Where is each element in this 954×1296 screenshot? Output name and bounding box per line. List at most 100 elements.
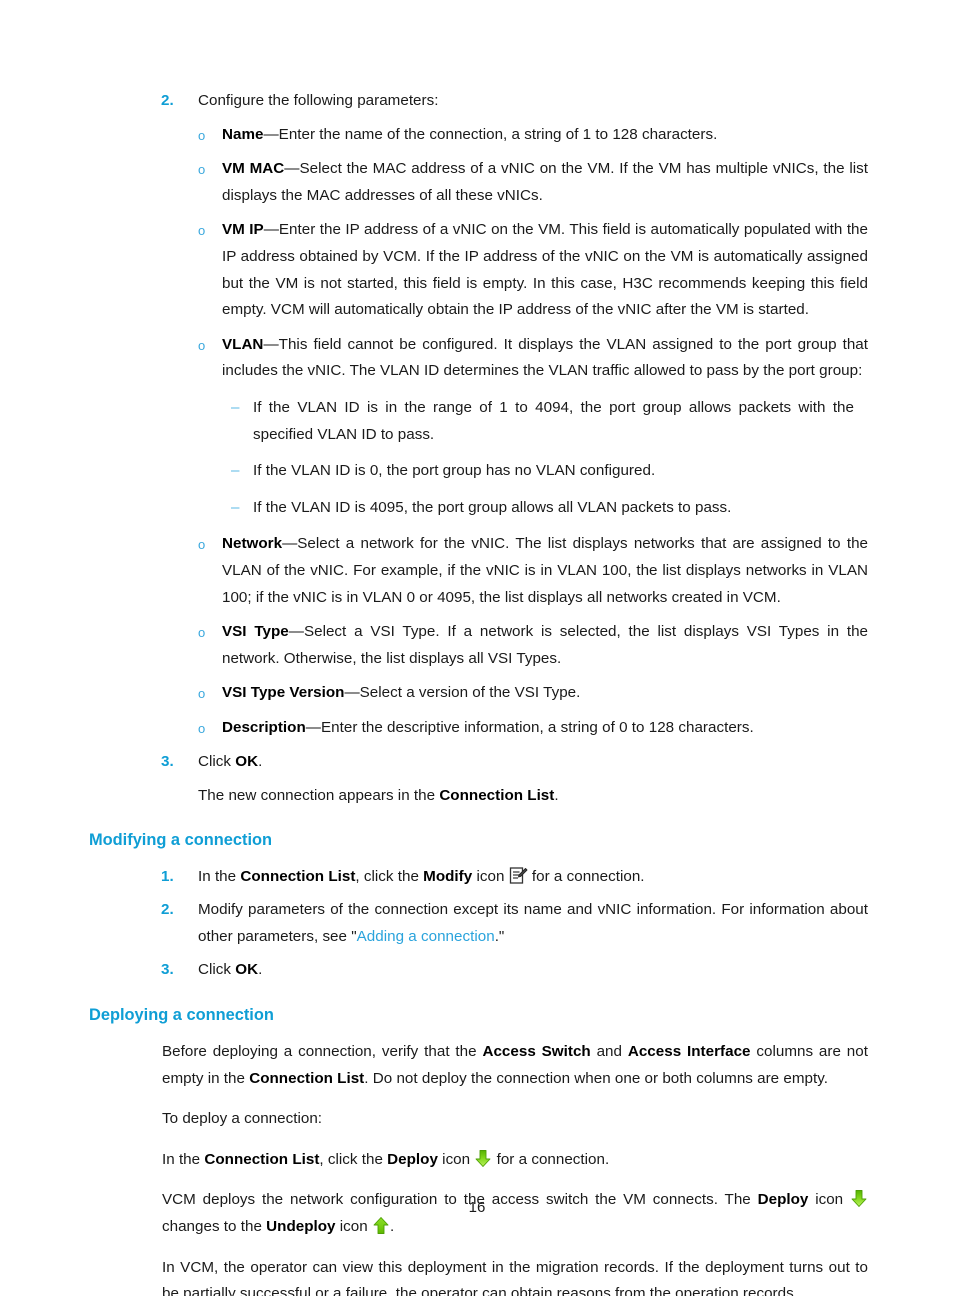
text-suffix: . (258, 961, 263, 979)
step-text-prefix: Click (198, 753, 236, 771)
vlan-rule-item: – If the VLAN ID is 0, the port group ha… (0, 458, 954, 485)
connection-list-label: Connection List (249, 1069, 365, 1087)
param-separator: — (344, 684, 360, 702)
param-vm-mac: o VM MAC—Select the MAC address of a vNI… (0, 156, 954, 209)
step-number: 3. (161, 961, 174, 979)
param-label: VSI Type Version (222, 684, 345, 702)
param-label: VM IP (222, 221, 264, 239)
modify-step-1: 1. In the Connection List, click the Mod… (0, 864, 954, 891)
deploy-label: Deploy (387, 1150, 438, 1168)
text-e: . Do not deploy the connection when one … (364, 1069, 828, 1087)
bullet-circle-icon: o (198, 162, 206, 178)
result-suffix: . (554, 787, 559, 805)
heading-modifying-a-connection: Modifying a connection (89, 830, 273, 849)
bullet-circle-icon: o (198, 625, 206, 641)
page-content: 2. Configure the following parameters: o… (0, 88, 954, 1296)
ok-button-label: OK (235, 961, 259, 979)
text-f: . (389, 1218, 395, 1235)
step-number: 1. (161, 867, 174, 885)
dash-bullet-icon: – (231, 462, 240, 480)
ok-button-label: OK (235, 753, 259, 771)
text-e: for a connection. (527, 867, 645, 885)
param-label: VLAN (222, 335, 264, 353)
text-d: icon (437, 1150, 475, 1168)
param-description: Enter the IP address of a vNIC on the VM… (222, 221, 868, 319)
param-description: Select a version of the VSI Type. (359, 684, 581, 702)
vlan-rule-text: If the VLAN ID is 4095, the port group a… (253, 498, 732, 516)
bullet-circle-icon: o (198, 223, 206, 239)
param-separator: — (284, 160, 300, 178)
bullet-circle-icon: o (198, 337, 206, 353)
param-separator: — (263, 221, 279, 239)
bullet-circle-icon: o (198, 537, 206, 553)
param-network: o Network—Select a network for the vNIC.… (0, 531, 954, 611)
param-separator: — (305, 718, 321, 736)
modify-step-3: 3. Click OK. (0, 957, 954, 984)
modify-label: Modify (423, 867, 473, 885)
deploy-prerequisite-paragraph: Before deploying a connection, verify th… (0, 1039, 954, 1092)
deploy-down-arrow-icon (474, 1149, 492, 1168)
text-a: In the (162, 1150, 205, 1168)
vlan-rule-text: If the VLAN ID is in the range of 1 to 4… (253, 398, 854, 443)
text-d: changes to the (162, 1218, 267, 1235)
dash-bullet-icon: – (231, 398, 240, 416)
modify-document-pencil-icon (509, 866, 528, 885)
param-description: Enter the descriptive information, a str… (321, 718, 754, 736)
param-vlan: o VLAN—This field cannot be configured. … (0, 332, 954, 385)
step-3-result: The new connection appears in the Connec… (0, 783, 954, 810)
text-c: , click the (355, 867, 424, 885)
vlan-rule-item: – If the VLAN ID is 4095, the port group… (0, 495, 954, 522)
vlan-rule-text: If the VLAN ID is 0, the port group has … (253, 462, 656, 480)
param-separator: — (263, 335, 279, 353)
access-switch-label: Access Switch (482, 1043, 591, 1061)
step-3-click-ok: 3. Click OK. (0, 749, 954, 776)
param-label: VM MAC (222, 160, 285, 178)
bullet-circle-icon: o (198, 686, 206, 702)
param-separator: — (263, 125, 279, 143)
param-vm-ip: o VM IP—Enter the IP address of a vNIC o… (0, 217, 954, 323)
bullet-circle-icon: o (198, 720, 206, 736)
param-vsi-type: o VSI Type—Select a VSI Type. If a netwo… (0, 619, 954, 672)
step-2-configure-parameters: 2. Configure the following parameters: (0, 88, 954, 115)
deploy-records-paragraph: In VCM, the operator can view this deplo… (162, 1258, 868, 1296)
step-text-suffix: . (258, 753, 263, 771)
bullet-circle-icon: o (198, 127, 206, 143)
param-description-field: o Description—Enter the descriptive info… (0, 715, 954, 742)
text-e: icon (335, 1218, 372, 1235)
text-prefix: Click (198, 961, 236, 979)
step-number: 2. (161, 901, 174, 919)
undeploy-label: Undeploy (266, 1218, 336, 1235)
param-label: Name (222, 125, 264, 143)
param-name: o Name—Enter the name of the connection,… (0, 122, 954, 149)
connection-list-label: Connection List (240, 867, 356, 885)
page-number: 16 (468, 1199, 486, 1216)
link-adding-a-connection[interactable]: Adding a connection (357, 928, 495, 945)
deploy-intro-paragraph: To deploy a connection: (162, 1110, 323, 1128)
result-prefix: The new connection appears in the (198, 787, 440, 805)
connection-list-label: Connection List (439, 787, 555, 805)
step-text: Configure the following parameters: (198, 92, 439, 109)
param-label: Description (222, 718, 306, 736)
text-d: icon (472, 867, 509, 885)
text-e: for a connection. (492, 1150, 610, 1168)
param-label: Network (222, 535, 283, 553)
dash-bullet-icon: – (231, 498, 240, 516)
param-separator: — (288, 623, 304, 641)
text-b: ." (494, 927, 505, 945)
param-description: Select a network for the vNIC. The list … (222, 535, 868, 606)
param-description: Enter the name of the connection, a stri… (278, 125, 718, 143)
access-interface-label: Access Interface (627, 1043, 751, 1061)
document-page: 2. Configure the following parameters: o… (0, 0, 954, 1296)
text-a: Modify parameters of the connection exce… (198, 901, 868, 945)
text-a: Before deploying a connection, verify th… (162, 1043, 483, 1061)
vlan-rule-item: – If the VLAN ID is in the range of 1 to… (0, 395, 954, 448)
modify-step-2: 2. Modify parameters of the connection e… (0, 897, 954, 950)
text-c: , click the (319, 1150, 388, 1168)
param-description: Select the MAC address of a vNIC on the … (222, 160, 869, 204)
text-a: In the (198, 867, 241, 885)
param-label: VSI Type (222, 623, 289, 641)
connection-list-label: Connection List (204, 1150, 320, 1168)
param-description: This field cannot be configured. It disp… (222, 335, 868, 380)
text-c: and (590, 1043, 628, 1061)
heading-deploying-a-connection: Deploying a connection (89, 1006, 274, 1025)
